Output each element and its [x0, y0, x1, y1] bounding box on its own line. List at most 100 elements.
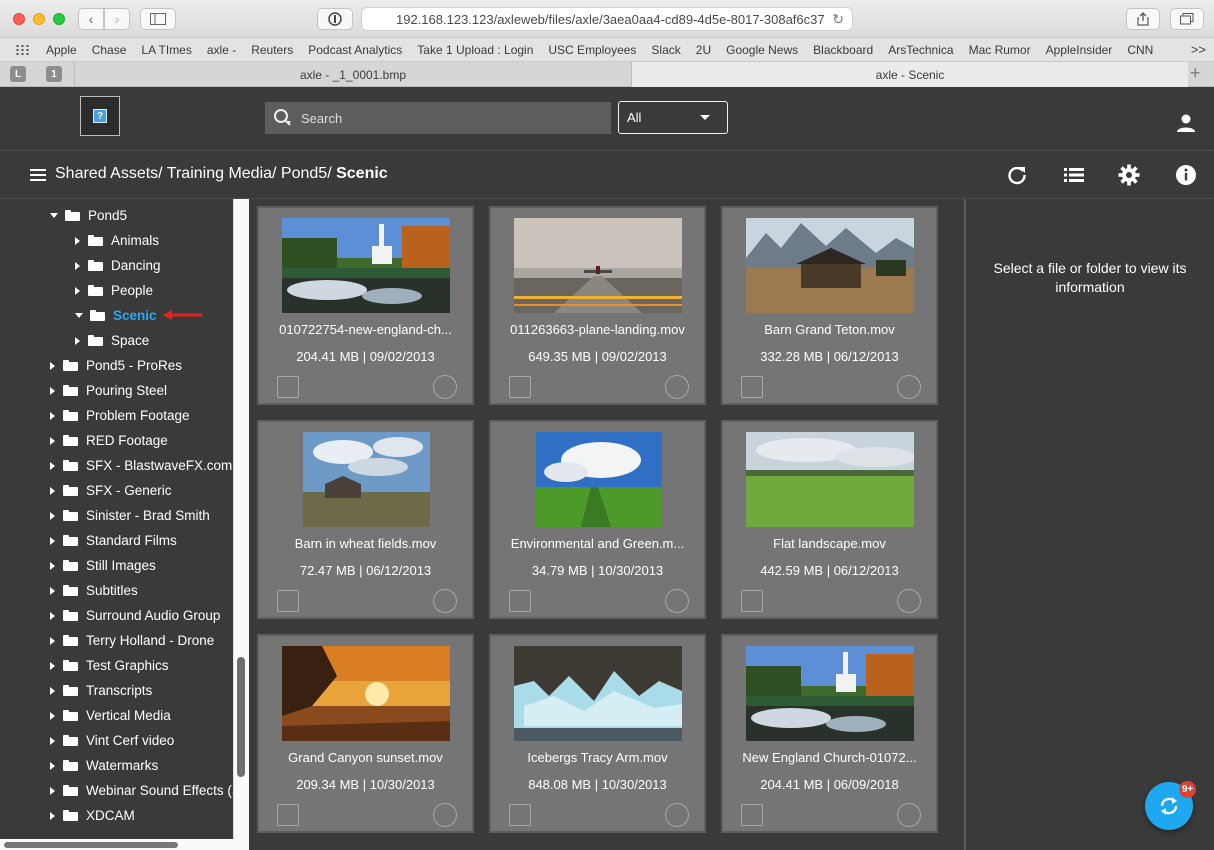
- tree-item-pond5-prores[interactable]: Pond5 - ProRes: [50, 353, 182, 378]
- list-view-button[interactable]: [1063, 164, 1085, 186]
- sidebar-horizontal-scroll-thumb[interactable]: [4, 842, 178, 848]
- caret-right-icon[interactable]: [75, 336, 80, 345]
- bookmark[interactable]: axle -: [207, 43, 236, 57]
- select-checkbox[interactable]: [509, 804, 531, 826]
- bookmark[interactable]: USC Employees: [548, 43, 636, 57]
- caret-right-icon[interactable]: [50, 536, 55, 545]
- caret-right-icon[interactable]: [75, 286, 80, 295]
- tree-item-dancing[interactable]: Dancing: [75, 253, 161, 278]
- refresh-button[interactable]: [1006, 164, 1028, 186]
- tree-item-vint-cerf[interactable]: Vint Cerf video: [50, 728, 174, 753]
- select-checkbox[interactable]: [509, 376, 531, 398]
- bookmark[interactable]: AppleInsider: [1046, 43, 1113, 57]
- select-checkbox[interactable]: [741, 804, 763, 826]
- caret-down-icon[interactable]: [75, 313, 83, 318]
- file-card[interactable]: 011263663-plane-landing.mov 649.35 MB | …: [489, 206, 706, 405]
- file-action-radio[interactable]: [433, 589, 457, 613]
- minimize-window-button[interactable]: [33, 13, 45, 25]
- bookmark[interactable]: CNN: [1127, 43, 1153, 57]
- caret-right-icon[interactable]: [50, 711, 55, 720]
- menu-icon[interactable]: [30, 169, 46, 182]
- share-button[interactable]: [1126, 8, 1160, 30]
- tree-item-sfx-generic[interactable]: SFX - Generic: [50, 478, 172, 503]
- tree-item-standard-films[interactable]: Standard Films: [50, 528, 177, 553]
- tree-item-sinister[interactable]: Sinister - Brad Smith: [50, 503, 210, 528]
- grid-icon[interactable]: [15, 43, 31, 56]
- search-input[interactable]: Search: [265, 102, 611, 134]
- caret-right-icon[interactable]: [50, 786, 55, 795]
- new-tab-button[interactable]: +: [1190, 63, 1201, 84]
- caret-right-icon[interactable]: [50, 636, 55, 645]
- bookmark[interactable]: Reuters: [251, 43, 293, 57]
- tree-item-red-footage[interactable]: RED Footage: [50, 428, 168, 453]
- caret-right-icon[interactable]: [75, 261, 80, 270]
- file-card[interactable]: Icebergs Tracy Arm.mov 848.08 MB | 10/30…: [489, 634, 706, 833]
- caret-right-icon[interactable]: [50, 761, 55, 770]
- caret-right-icon[interactable]: [50, 661, 55, 670]
- file-card[interactable]: Environmental and Green.m... 34.79 MB | …: [489, 420, 706, 619]
- back-button[interactable]: ‹: [78, 8, 104, 30]
- tree-item-terry-holland[interactable]: Terry Holland - Drone: [50, 628, 214, 653]
- caret-right-icon[interactable]: [75, 236, 80, 245]
- tree-item-people[interactable]: People: [75, 278, 153, 303]
- bookmark[interactable]: 2U: [696, 43, 711, 57]
- caret-right-icon[interactable]: [50, 436, 55, 445]
- bookmark[interactable]: Podcast Analytics: [308, 43, 402, 57]
- tree-item-pouring-steel[interactable]: Pouring Steel: [50, 378, 167, 403]
- select-checkbox[interactable]: [277, 590, 299, 612]
- app-logo[interactable]: ?: [80, 96, 120, 136]
- tree-item-subtitles[interactable]: Subtitles: [50, 578, 138, 603]
- caret-right-icon[interactable]: [50, 686, 55, 695]
- user-icon[interactable]: [1175, 113, 1197, 135]
- file-action-radio[interactable]: [665, 375, 689, 399]
- caret-right-icon[interactable]: [50, 736, 55, 745]
- tree-item-webinar-sfx[interactable]: Webinar Sound Effects (S: [50, 778, 233, 803]
- select-checkbox[interactable]: [741, 590, 763, 612]
- bookmark[interactable]: LA TImes: [141, 43, 191, 57]
- privacy-report-button[interactable]: [317, 8, 353, 30]
- sidebar-toggle-button[interactable]: [140, 8, 176, 30]
- caret-down-icon[interactable]: [50, 213, 58, 218]
- file-card[interactable]: New England Church-01072... 204.41 MB | …: [721, 634, 938, 833]
- bookmark[interactable]: Slack: [651, 43, 680, 57]
- file-action-radio[interactable]: [665, 803, 689, 827]
- file-card[interactable]: 010722754-new-england-ch... 204.41 MB | …: [257, 206, 474, 405]
- tree-item-watermarks[interactable]: Watermarks: [50, 753, 158, 778]
- tree-item-still-images[interactable]: Still Images: [50, 553, 156, 578]
- file-card[interactable]: Barn Grand Teton.mov 332.28 MB | 06/12/2…: [721, 206, 938, 405]
- tree-item-test-graphics[interactable]: Test Graphics: [50, 653, 169, 678]
- caret-right-icon[interactable]: [50, 811, 55, 820]
- caret-right-icon[interactable]: [50, 361, 55, 370]
- bookmark[interactable]: Google News: [726, 43, 798, 57]
- file-action-radio[interactable]: [897, 375, 921, 399]
- select-checkbox[interactable]: [509, 590, 531, 612]
- caret-right-icon[interactable]: [50, 511, 55, 520]
- file-action-radio[interactable]: [665, 589, 689, 613]
- caret-right-icon[interactable]: [50, 486, 55, 495]
- forward-button[interactable]: ›: [104, 8, 130, 30]
- info-button[interactable]: [1175, 164, 1197, 186]
- bookmark[interactable]: Mac Rumor: [969, 43, 1031, 57]
- bookmark[interactable]: Blackboard: [813, 43, 873, 57]
- breadcrumb-item[interactable]: Training Media/: [167, 165, 277, 182]
- select-checkbox[interactable]: [741, 376, 763, 398]
- file-action-radio[interactable]: [897, 589, 921, 613]
- file-card[interactable]: Grand Canyon sunset.mov 209.34 MB | 10/3…: [257, 634, 474, 833]
- caret-right-icon[interactable]: [50, 611, 55, 620]
- tree-item-transcripts[interactable]: Transcripts: [50, 678, 152, 703]
- browser-tab[interactable]: axle - _1_0001.bmp: [74, 62, 632, 87]
- tree-item-scenic[interactable]: Scenic: [75, 303, 157, 328]
- file-card[interactable]: Flat landscape.mov 442.59 MB | 06/12/201…: [721, 420, 938, 619]
- sidebar-scroll-thumb[interactable]: [237, 657, 245, 777]
- caret-right-icon[interactable]: [50, 386, 55, 395]
- tree-item-sfx-blastwave[interactable]: SFX - BlastwaveFX.com: [50, 453, 232, 478]
- filter-select[interactable]: All: [618, 101, 728, 134]
- tree-item-vertical-media[interactable]: Vertical Media: [50, 703, 171, 728]
- tab-overview-button[interactable]: [1170, 8, 1204, 30]
- breadcrumb-item[interactable]: Pond5/: [281, 165, 332, 182]
- pinned-tab[interactable]: 1: [46, 66, 62, 82]
- tree-item-animals[interactable]: Animals: [75, 228, 159, 253]
- browser-tab-active[interactable]: axle - Scenic: [632, 62, 1188, 87]
- bookmark[interactable]: Apple: [46, 43, 77, 57]
- tree-item-space[interactable]: Space: [75, 328, 149, 353]
